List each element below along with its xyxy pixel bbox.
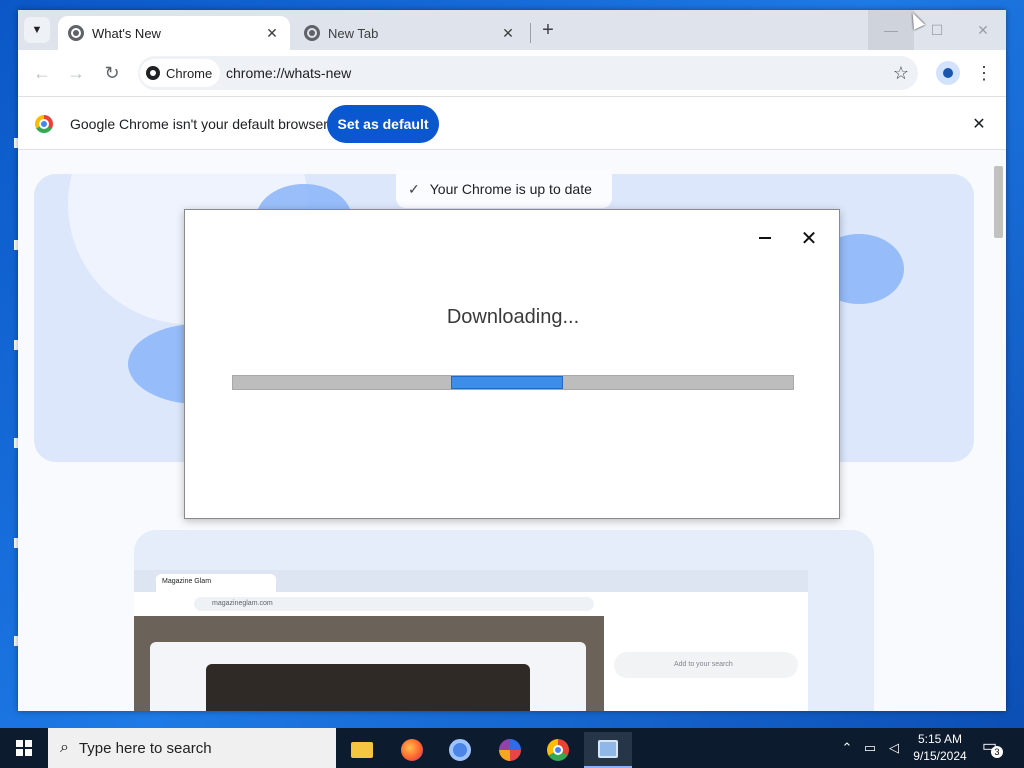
chrome-taskbar-icon[interactable] [534, 732, 582, 768]
progress-bar [232, 375, 794, 390]
chromium-icon[interactable] [436, 732, 484, 768]
mini-url: magazineglam.com [194, 597, 594, 611]
control-panel-icon[interactable] [584, 732, 632, 768]
chip-label: Chrome [166, 65, 213, 81]
scroll-thumb[interactable] [994, 166, 1003, 238]
menu-button[interactable]: ⋮ [974, 61, 994, 85]
app-s-icon[interactable] [486, 732, 534, 768]
notification-icon[interactable]: ▭ 3 [982, 736, 1004, 758]
clock[interactable]: 5:15 AM 9/15/2024 [906, 731, 974, 765]
close-tab-button[interactable]: ✕ [262, 23, 282, 43]
mini-browser-preview: Magazine Glam magazineglam.com Add to yo… [134, 570, 808, 711]
network-icon[interactable]: ▭ [860, 728, 880, 768]
chevron-down-icon: ▼ [31, 24, 43, 36]
mini-side-panel: Add to your search [604, 616, 808, 711]
up-to-date-status: ✓ Your Chrome is up to date [396, 170, 612, 208]
taskbar: ⌕ Type here to search ⌃ ▭ ◁ 5:15 AM 9/15… [0, 728, 1024, 768]
taskbar-search[interactable]: ⌕ Type here to search [48, 728, 336, 768]
clock-date: 9/15/2024 [913, 749, 967, 763]
volume-muted-icon[interactable]: ◁ [884, 728, 904, 768]
forward-button[interactable]: → [64, 61, 88, 85]
dialog-close-button[interactable]: ✕ [797, 226, 821, 250]
notification-count: 3 [991, 746, 1003, 758]
address-bar[interactable]: Chrome chrome://whats-new ☆ [138, 56, 918, 90]
search-placeholder: Type here to search [78, 739, 212, 757]
person-icon [943, 68, 953, 78]
dialog-minimize-button[interactable] [753, 226, 777, 250]
check-icon: ✓ [408, 180, 420, 197]
chrome-icon [146, 66, 160, 80]
chrome-icon [68, 25, 84, 41]
chrome-icon [304, 25, 320, 41]
site-info-chip[interactable]: Chrome [140, 59, 221, 87]
mini-search: Add to your search [614, 652, 798, 678]
mini-page [134, 616, 604, 711]
mini-tab-strip: Magazine Glam [134, 570, 808, 592]
tab-new-tab[interactable]: New Tab ✕ [294, 16, 526, 50]
tab-separator [530, 23, 531, 43]
search-icon: ⌕ [60, 739, 69, 756]
close-window-button[interactable]: ✕ [960, 10, 1006, 50]
start-button[interactable] [0, 728, 48, 768]
tab-strip: ▼ What's New ✕ New Tab ✕ + — ☐ ✕ [18, 10, 1006, 50]
back-button[interactable]: ← [30, 61, 54, 85]
mini-tab-title: Magazine Glam [162, 578, 212, 585]
tab-whats-new[interactable]: What's New ✕ [58, 16, 290, 50]
reload-button[interactable]: ↻ [100, 61, 124, 85]
close-infobar-button[interactable]: ✕ [968, 113, 990, 135]
mini-tab: Magazine Glam [156, 574, 276, 592]
tab-title: New Tab [328, 25, 379, 41]
default-browser-infobar: Google Chrome isn't your default browser… [18, 96, 1006, 150]
bookmark-star-icon[interactable]: ☆ [890, 62, 912, 84]
chrome-logo-icon [35, 115, 53, 133]
scrollbar[interactable] [991, 150, 1006, 711]
clock-time: 5:15 AM [917, 732, 963, 746]
mini-photo [206, 664, 530, 711]
mini-toolbar: magazineglam.com [134, 592, 808, 616]
infobar-message: Google Chrome isn't your default browser [70, 116, 328, 132]
status-text: Your Chrome is up to date [429, 181, 592, 197]
chevron-up-icon[interactable]: ⌃ [838, 728, 856, 768]
toolbar: ← → ↻ Chrome chrome://whats-new ☆ ⋮ [18, 50, 1006, 96]
close-tab-button[interactable]: ✕ [498, 23, 518, 43]
windows-icon [16, 740, 32, 756]
progress-indicator [451, 376, 563, 389]
firefox-icon[interactable] [388, 732, 436, 768]
profile-avatar[interactable] [936, 61, 960, 85]
file-explorer-icon[interactable] [338, 732, 386, 768]
url-text[interactable]: chrome://whats-new [226, 65, 351, 81]
tab-search-button[interactable]: ▼ [24, 17, 50, 43]
new-tab-button[interactable]: + [536, 18, 560, 42]
dialog-title: Downloading... [446, 306, 580, 328]
set-as-default-button[interactable]: Set as default [327, 105, 439, 143]
tab-title: What's New [92, 25, 161, 41]
download-dialog: ✕ Downloading... [184, 209, 840, 519]
